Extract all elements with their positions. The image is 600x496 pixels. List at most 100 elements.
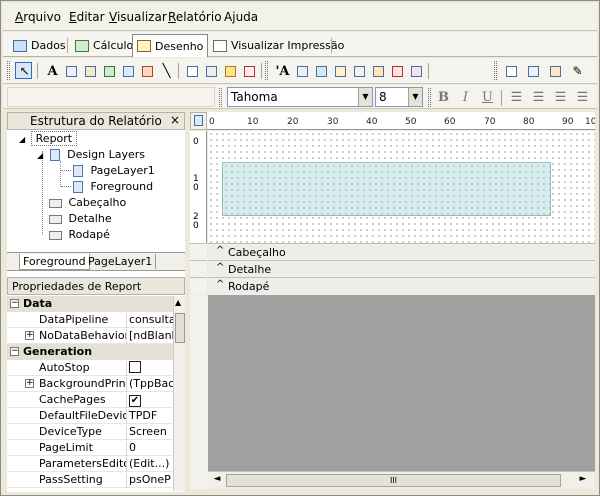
- tree-item-detalhe[interactable]: Detalhe: [49, 212, 112, 225]
- shape-tool-button[interactable]: [138, 62, 155, 79]
- menu-ajuda[interactable]: Ajuda: [224, 10, 258, 24]
- prop-row-passsetting[interactable]: PassSetting psOneP: [7, 472, 173, 488]
- prop-value[interactable]: 0: [129, 441, 173, 454]
- prop-value[interactable]: [ndBlank: [129, 329, 173, 342]
- align-justify-button[interactable]: ☰: [574, 89, 591, 106]
- subreport-tool-button[interactable]: [240, 62, 257, 79]
- region-component[interactable]: [222, 162, 551, 216]
- scroll-up-icon[interactable]: ▲: [175, 298, 181, 307]
- scroll-left-icon[interactable]: ◄: [210, 474, 224, 484]
- tree-item-cabecalho[interactable]: Cabeçalho: [49, 196, 126, 209]
- toolbar-grip[interactable]: [265, 61, 268, 80]
- prop-category-generation[interactable]: − Generation: [7, 344, 173, 360]
- scroll-right-icon[interactable]: ►: [576, 474, 590, 484]
- prop-row-datapipeline[interactable]: DataPipeline consulta: [7, 312, 173, 328]
- line-tool-button[interactable]: ╲: [157, 62, 174, 79]
- align-center-button[interactable]: ☰: [530, 89, 547, 106]
- tab-foreground[interactable]: Foreground: [19, 254, 90, 270]
- prop-row-autostop[interactable]: AutoStop: [7, 360, 173, 376]
- calc-tool-button[interactable]: [100, 62, 117, 79]
- component-name-box[interactable]: [7, 87, 215, 107]
- dbcheckbox-tool-button[interactable]: [407, 62, 424, 79]
- prop-value[interactable]: Screen: [129, 425, 173, 438]
- richtext-tool-button[interactable]: [81, 62, 98, 79]
- italic-button[interactable]: I: [457, 89, 474, 106]
- tab-dados[interactable]: Dados: [9, 35, 70, 56]
- scrollbar-thumb[interactable]: [175, 313, 185, 343]
- prop-category-data[interactable]: − Data: [7, 296, 173, 312]
- prop-row-devicetype[interactable]: DeviceType Screen: [7, 424, 173, 440]
- prop-row-nodatabehaviors[interactable]: + NoDataBehaviors [ndBlank: [7, 328, 173, 344]
- tab-desenho[interactable]: Desenho: [132, 34, 209, 57]
- prop-row-pagelimit[interactable]: PageLimit 0: [7, 440, 173, 456]
- image-tool-button[interactable]: [119, 62, 136, 79]
- dbrichtext-tool-button[interactable]: [312, 62, 329, 79]
- tab-visualizar-impressao[interactable]: Visualizar Impressão: [209, 35, 348, 56]
- dbmemo-tool-button[interactable]: [293, 62, 310, 79]
- align-right-button[interactable]: ☰: [552, 89, 569, 106]
- align-left-button[interactable]: ☰: [508, 89, 525, 106]
- band-rodape[interactable]: ^ Rodapé: [208, 277, 595, 295]
- tree-item-foreground[interactable]: Foreground: [73, 180, 153, 193]
- prop-value[interactable]: consulta: [129, 313, 173, 326]
- ruler-corner[interactable]: [190, 112, 207, 130]
- close-icon[interactable]: ×: [170, 113, 180, 127]
- menu-relatorio[interactable]: Relatório: [168, 10, 222, 24]
- expand-arrow-icon[interactable]: ◢: [37, 151, 43, 160]
- dbcalc-tool-button[interactable]: [331, 62, 348, 79]
- toolbar-grip[interactable]: [219, 88, 222, 107]
- chevron-down-icon[interactable]: ▼: [408, 88, 422, 106]
- brush-tool-button[interactable]: ✎: [568, 62, 585, 79]
- region-tool-button[interactable]: [183, 62, 200, 79]
- prop-row-defaultfiledevice[interactable]: DefaultFileDevice TPDF: [7, 408, 173, 424]
- select-tool-button[interactable]: ↖: [15, 62, 32, 79]
- dbtext-tool-button[interactable]: 'A: [273, 62, 290, 79]
- menu-editar[interactable]: Editar: [69, 10, 105, 24]
- font-size-select[interactable]: 8 ▼: [375, 87, 423, 107]
- label-tool-button[interactable]: A: [43, 62, 60, 79]
- tree-item-rodape[interactable]: Rodapé: [49, 228, 110, 241]
- scrollbar-thumb[interactable]: III: [226, 474, 561, 487]
- prop-row-parameterseditor[interactable]: ParametersEditor (Edit...): [7, 456, 173, 472]
- memo-tool-button[interactable]: [62, 62, 79, 79]
- toolbar-grip[interactable]: [494, 61, 497, 80]
- chart-tool-button[interactable]: [221, 62, 238, 79]
- horizontal-scrollbar[interactable]: ◄ III ►: [208, 471, 595, 489]
- tab-calculo[interactable]: Cálculo: [71, 35, 137, 56]
- font-name-select[interactable]: Tahoma ▼: [227, 87, 373, 107]
- collapse-icon[interactable]: −: [10, 299, 19, 308]
- prop-row-backgroundprint[interactable]: + BackgroundPrintSe (TppBac: [7, 376, 173, 392]
- prop-value[interactable]: ✔: [129, 393, 173, 407]
- barcode-tool-button[interactable]: [202, 62, 219, 79]
- toolbar-grip[interactable]: [7, 61, 10, 80]
- prop-value[interactable]: [129, 361, 173, 376]
- underline-button[interactable]: U: [479, 89, 496, 106]
- bold-button[interactable]: B: [435, 89, 452, 106]
- prop-value[interactable]: (Edit...): [129, 457, 173, 470]
- expand-arrow-icon[interactable]: ◢: [19, 135, 25, 144]
- tab-pagelayer1[interactable]: PageLayer1: [85, 254, 157, 269]
- menu-arquivo[interactable]: Arquivo: [15, 10, 61, 24]
- autostop-checkbox[interactable]: [129, 361, 141, 373]
- table-tool-button[interactable]: [546, 62, 563, 79]
- properties-scrollbar[interactable]: ▲: [173, 296, 185, 491]
- tree-item-design-layers[interactable]: ◢ Design Layers: [37, 148, 145, 161]
- band-cabecalho[interactable]: ^ Cabeçalho: [208, 243, 595, 260]
- prop-value[interactable]: psOneP: [129, 473, 173, 486]
- prop-value[interactable]: TPDF: [129, 409, 173, 422]
- collapse-icon[interactable]: −: [10, 347, 19, 356]
- page-tool-button[interactable]: [524, 62, 541, 79]
- menu-visualizar[interactable]: Visualizar: [109, 10, 167, 24]
- band-detalhe[interactable]: ^ Detalhe: [208, 260, 595, 277]
- prop-value[interactable]: (TppBac: [129, 377, 173, 390]
- cachepages-checkbox[interactable]: ✔: [129, 395, 141, 407]
- toolbar-grip[interactable]: [428, 88, 431, 107]
- tree-item-pagelayer1[interactable]: PageLayer1: [73, 164, 155, 177]
- dbchart-tool-button[interactable]: [388, 62, 405, 79]
- dbimage-tool-button[interactable]: [350, 62, 367, 79]
- dbbarcode-tool-button[interactable]: [369, 62, 386, 79]
- grid-tool-button[interactable]: [502, 62, 519, 79]
- prop-row-cachepages[interactable]: CachePages ✔: [7, 392, 173, 408]
- chevron-down-icon[interactable]: ▼: [358, 88, 372, 106]
- tree-item-report[interactable]: ◢ Report: [19, 131, 78, 146]
